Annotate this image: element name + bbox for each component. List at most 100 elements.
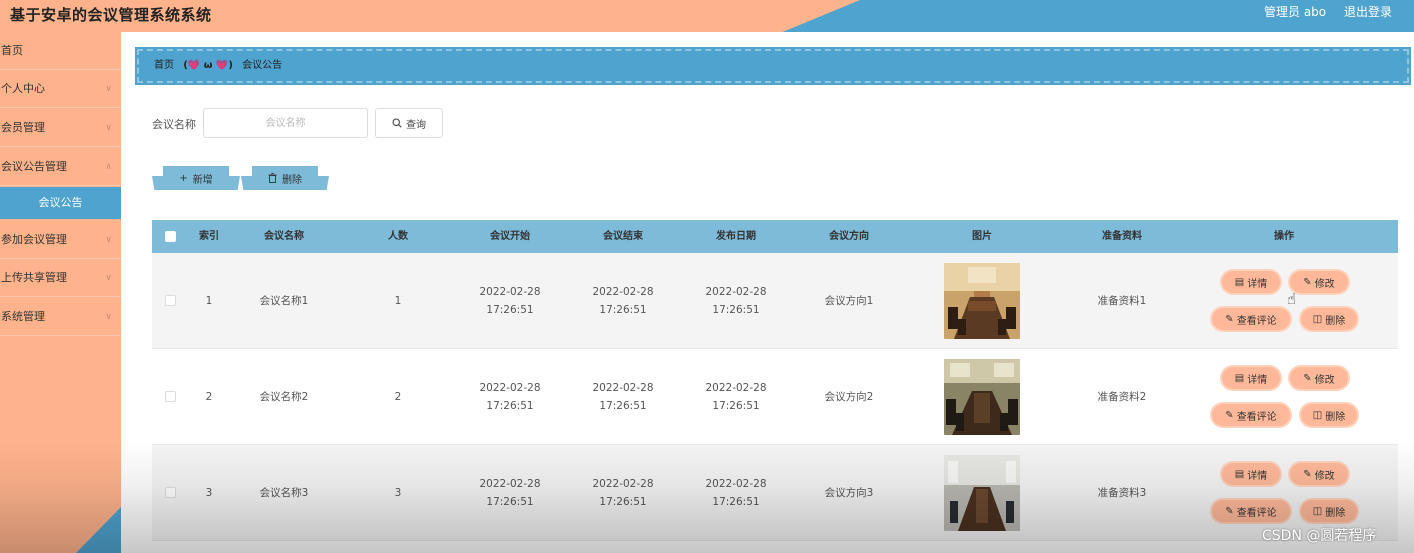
document-icon: ▤ xyxy=(1234,372,1245,384)
search-input[interactable] xyxy=(203,108,368,138)
document-icon: ▤ xyxy=(1234,276,1245,288)
breadcrumb-current: 会议公告 xyxy=(242,60,283,71)
row-checkbox[interactable] xyxy=(165,487,176,498)
row-delete-button[interactable]: ◫ 删除 xyxy=(1301,404,1357,426)
trash-icon: ◫ xyxy=(1312,409,1323,421)
breadcrumb-separator: (💗 ω 💗) xyxy=(183,60,233,71)
edit-button[interactable]: ✎ 修改 xyxy=(1290,271,1348,293)
cell-published: 2022-02-28 17:26:51 xyxy=(705,382,767,412)
pencil-icon: ✎ xyxy=(1303,276,1312,288)
sidebar-item-announcement-management[interactable]: 会议公告管理 ∧ xyxy=(0,148,121,186)
chevron-down-icon: ∨ xyxy=(105,273,112,283)
row-delete-button-label: 删除 xyxy=(1325,315,1346,327)
cell-count: 1 xyxy=(394,295,402,307)
cell-count: 2 xyxy=(394,391,402,403)
cell-published: 2022-02-28 17:26:51 xyxy=(705,286,767,316)
sidebar-item-system-management[interactable]: 系统管理 ∨ xyxy=(0,298,121,336)
cell-end: 2022-02-28 17:26:51 xyxy=(592,478,654,508)
edit-button[interactable]: ✎ 修改 xyxy=(1290,463,1348,485)
cell-name: 会议名称2 xyxy=(259,391,309,403)
sidebar-item-label: 上传共享管理 xyxy=(1,271,67,284)
cell-image xyxy=(943,349,1021,445)
trash-icon xyxy=(268,173,277,183)
hand-cursor-icon: ☝ xyxy=(1287,290,1297,308)
column-header-direction: 会议方向 xyxy=(829,231,869,242)
cell-published: 2022-02-28 17:26:51 xyxy=(705,478,767,508)
sidebar-item-upload-share-management[interactable]: 上传共享管理 ∨ xyxy=(0,259,121,297)
row-checkbox[interactable] xyxy=(165,295,176,306)
add-button[interactable]: + 新增 xyxy=(163,166,229,190)
cell-index: 2 xyxy=(205,391,213,403)
app-title: 基于安卓的会议管理系统系统 xyxy=(10,6,212,24)
view-comments-button-label: 查看评论 xyxy=(1236,411,1277,423)
row-delete-button-label: 删除 xyxy=(1325,507,1346,519)
column-header-end: 会议结束 xyxy=(603,231,643,242)
detail-button[interactable]: ▤ 详情 xyxy=(1222,463,1280,485)
detail-button[interactable]: ▤ 详情 xyxy=(1222,367,1280,389)
edit-button[interactable]: ✎ 修改 xyxy=(1290,367,1348,389)
sidebar-item-personal-center[interactable]: 个人中心 ∨ xyxy=(0,70,121,108)
sidebar-item-label: 会议公告管理 xyxy=(1,160,67,173)
cell-name: 会议名称1 xyxy=(259,295,309,307)
cell-direction: 会议方向1 xyxy=(824,295,874,307)
edit-button-label: 修改 xyxy=(1314,470,1335,482)
pencil-icon: ✎ xyxy=(1225,505,1234,517)
detail-button[interactable]: ▤ 详情 xyxy=(1222,271,1280,293)
column-header-name: 会议名称 xyxy=(264,231,304,242)
delete-button-label: 删除 xyxy=(282,174,302,186)
cell-index: 1 xyxy=(205,295,213,307)
sidebar-item-home[interactable]: 首页 xyxy=(0,32,121,70)
detail-button-label: 详情 xyxy=(1247,470,1268,482)
cell-material: 准备资料2 xyxy=(1097,391,1147,403)
select-all-checkbox[interactable] xyxy=(165,231,176,242)
column-header-index: 索引 xyxy=(199,231,219,242)
row-checkbox[interactable] xyxy=(165,391,176,402)
view-comments-button[interactable]: ✎ 查看评论 xyxy=(1212,308,1290,330)
sidebar-item-label: 个人中心 xyxy=(1,82,45,95)
edit-button-label: 修改 xyxy=(1314,374,1335,386)
meeting-room-photo xyxy=(944,455,1020,531)
sidebar-item-label: 系统管理 xyxy=(1,310,45,323)
cell-start: 2022-02-28 17:26:51 xyxy=(479,382,541,412)
cell-material: 准备资料3 xyxy=(1097,487,1147,499)
view-comments-button-label: 查看评论 xyxy=(1236,315,1277,327)
sidebar-subitem-announcement[interactable]: 会议公告 xyxy=(0,187,121,219)
view-comments-button[interactable]: ✎ 查看评论 xyxy=(1212,404,1290,426)
chevron-down-icon: ∨ xyxy=(105,312,112,322)
sidebar-item-attend-meeting-management[interactable]: 参加会议管理 ∨ xyxy=(0,221,121,259)
meeting-room-photo xyxy=(944,359,1020,435)
detail-button-label: 详情 xyxy=(1247,374,1268,386)
search-label: 会议名称 xyxy=(152,118,196,131)
cell-end: 2022-02-28 17:26:51 xyxy=(592,382,654,412)
search-button[interactable]: 查询 xyxy=(375,108,443,138)
cell-count: 3 xyxy=(394,487,402,499)
breadcrumb-home[interactable]: 首页 xyxy=(154,60,174,71)
row-delete-button[interactable]: ◫ 删除 xyxy=(1301,500,1357,522)
add-button-label: 新增 xyxy=(192,174,213,186)
sidebar: 首页 个人中心 ∨ 会员管理 ∨ 会议公告管理 ∧ 会议公告 参加会议管理 ∨ … xyxy=(0,32,121,553)
sidebar-item-member-management[interactable]: 会员管理 ∨ xyxy=(0,109,121,147)
chevron-down-icon: ∨ xyxy=(105,84,112,94)
cell-start: 2022-02-28 17:26:51 xyxy=(479,478,541,508)
chevron-up-icon: ∧ xyxy=(105,162,112,172)
view-comments-button-label: 查看评论 xyxy=(1236,507,1277,519)
column-header-actions: 操作 xyxy=(1274,231,1294,242)
delete-button[interactable]: 删除 xyxy=(252,166,318,190)
cell-image xyxy=(943,445,1021,541)
view-comments-button[interactable]: ✎ 查看评论 xyxy=(1212,500,1290,522)
column-header-material: 准备资料 xyxy=(1102,231,1142,242)
breadcrumb: 首页 (💗 ω 💗) 会议公告 xyxy=(135,47,1411,85)
chevron-down-icon: ∨ xyxy=(105,235,112,245)
trash-icon: ◫ xyxy=(1312,313,1323,325)
document-icon: ▤ xyxy=(1234,468,1245,480)
edit-button-label: 修改 xyxy=(1314,278,1335,290)
table-row: 2 会议名称2 2 2022-02-28 17:26:51 2022-02-28… xyxy=(152,349,1398,445)
row-delete-button[interactable]: ◫ 删除 xyxy=(1301,308,1357,330)
cell-index: 3 xyxy=(205,487,213,499)
logout-link[interactable]: 退出登录 xyxy=(1344,3,1392,20)
pencil-icon: ✎ xyxy=(1303,372,1312,384)
table-row: 1 会议名称1 1 2022-02-28 17:26:51 2022-02-28… xyxy=(152,253,1398,349)
top-bar: 基于安卓的会议管理系统系统 管理员 abo 退出登录 xyxy=(0,0,1414,32)
sidebar-item-label: 会员管理 xyxy=(1,121,45,134)
column-header-count: 人数 xyxy=(388,231,408,242)
